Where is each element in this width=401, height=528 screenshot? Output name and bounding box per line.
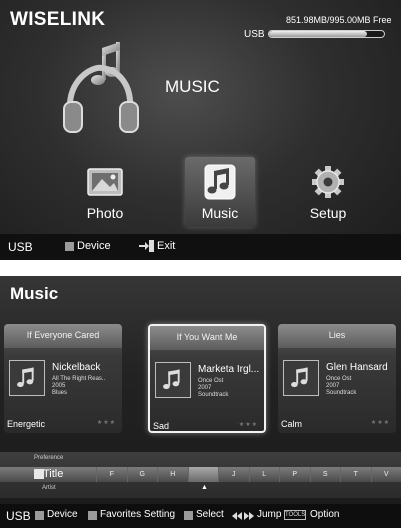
track-title: If Everyone Cared (4, 324, 122, 348)
footer-device[interactable]: Device (77, 240, 111, 252)
hero-label: MUSIC (165, 77, 220, 96)
track-album: All The Right Reas.. (52, 376, 106, 382)
tools-button-icon: TOOLS (284, 510, 306, 520)
footer-select[interactable]: Select (196, 509, 224, 520)
track-artist: Nickelback (52, 362, 101, 373)
music-note-icon (204, 164, 236, 200)
jump-arrows-icon (232, 512, 254, 520)
footer-source-usb[interactable]: USB (8, 240, 33, 254)
grey-button-icon (184, 511, 193, 520)
music-note-icon (283, 360, 319, 396)
photo-icon (87, 168, 123, 196)
index-cursor-icon: ▲ (201, 484, 208, 491)
music-note-icon (9, 360, 45, 396)
sort-option-current[interactable]: Title (43, 468, 63, 480)
app-title: WISELINK (10, 9, 106, 30)
menu-item-music[interactable]: Music (185, 157, 255, 227)
track-mood: Energetic (7, 419, 46, 429)
jump-letter[interactable]: S (309, 467, 341, 482)
track-card-selected[interactable]: If You Want Me Marketa Irgl... Once Ost … (148, 324, 266, 433)
track-card[interactable]: If Everyone Cared Nickelback All The Rig… (4, 324, 122, 433)
footer-option[interactable]: Option (310, 509, 339, 520)
menu-label-music: Music (201, 205, 239, 221)
sort-option-next[interactable]: Artist (42, 485, 56, 491)
track-artist: Marketa Irgl... (198, 364, 260, 375)
music-note-icon (155, 362, 191, 398)
track-title: If You Want Me (150, 326, 264, 350)
jump-letter[interactable]: G (126, 467, 158, 482)
track-title: Lies (278, 324, 396, 348)
track-year: 2005 (52, 383, 66, 389)
track-rating-stars: ★★★ (370, 420, 390, 426)
jump-letter[interactable]: H (157, 467, 188, 482)
track-album: Once Ost (198, 378, 224, 384)
usb-free-space: 851.98MB/995.00MB Free (286, 15, 392, 25)
grey-button-icon (35, 511, 44, 520)
jump-letter[interactable]: P (279, 467, 310, 482)
jump-letter-index: FGH JLPSTV (96, 467, 401, 482)
menu-label-setup: Setup (309, 205, 347, 221)
sort-bar: Title FGH JLPSTV (0, 467, 401, 482)
menu-item-setup[interactable]: Setup (293, 157, 363, 227)
footer-exit[interactable]: Exit (157, 240, 175, 252)
track-year: 2007 (198, 385, 212, 391)
jump-letter[interactable] (187, 467, 218, 482)
exit-icon (139, 240, 154, 252)
wiselink-home-screen: WISELINK 851.98MB/995.00MB Free USB MUSI… (0, 0, 401, 260)
usb-capacity-fill (269, 31, 368, 37)
menu-item-photo[interactable]: Photo (70, 157, 140, 227)
track-rating-stars: ★★★ (96, 420, 116, 426)
footer-jump[interactable]: Jump (257, 509, 281, 520)
gear-icon (312, 166, 344, 198)
home-footer: USB Device Exit (0, 234, 401, 260)
music-title: Music (10, 284, 59, 303)
jump-letter[interactable]: J (218, 467, 249, 482)
menu-label-photo: Photo (86, 205, 124, 221)
footer-source-usb[interactable]: USB (6, 509, 31, 523)
track-artist: Glen Hansard (326, 362, 388, 373)
sort-option-prev[interactable]: Preference (34, 455, 63, 461)
footer-device[interactable]: Device (47, 509, 78, 520)
track-card[interactable]: Lies Glen Hansard Once Ost 2007 Soundtra… (278, 324, 396, 433)
jump-letter[interactable]: T (340, 467, 371, 482)
track-genre: Soundtrack (198, 392, 229, 398)
track-rating-stars: ★★★ (238, 422, 258, 428)
usb-label: USB (244, 29, 265, 40)
grey-button-icon (65, 242, 74, 251)
track-genre: Blues (52, 390, 68, 396)
footer-favorites-setting[interactable]: Favorites Setting (100, 509, 175, 520)
music-browser-screen: Music If Everyone Cared Nickelback All T… (0, 276, 401, 528)
track-mood: Calm (281, 419, 303, 429)
track-album: Once Ost (326, 376, 352, 382)
jump-letter[interactable]: L (248, 467, 280, 482)
track-genre: Soundtrack (326, 390, 357, 396)
jump-letter[interactable]: V (370, 467, 401, 482)
sort-strip: Preference Title FGH JLPSTV Artist ▲ (0, 452, 401, 498)
music-footer: USB Device Favorites Setting Select Jump… (0, 504, 401, 528)
grey-button-icon (88, 511, 97, 520)
jump-letter[interactable]: F (96, 467, 127, 482)
music-headphones-icon (63, 42, 139, 133)
usb-capacity-bar (268, 30, 385, 38)
track-year: 2007 (326, 383, 340, 389)
track-mood: Sad (153, 421, 170, 431)
